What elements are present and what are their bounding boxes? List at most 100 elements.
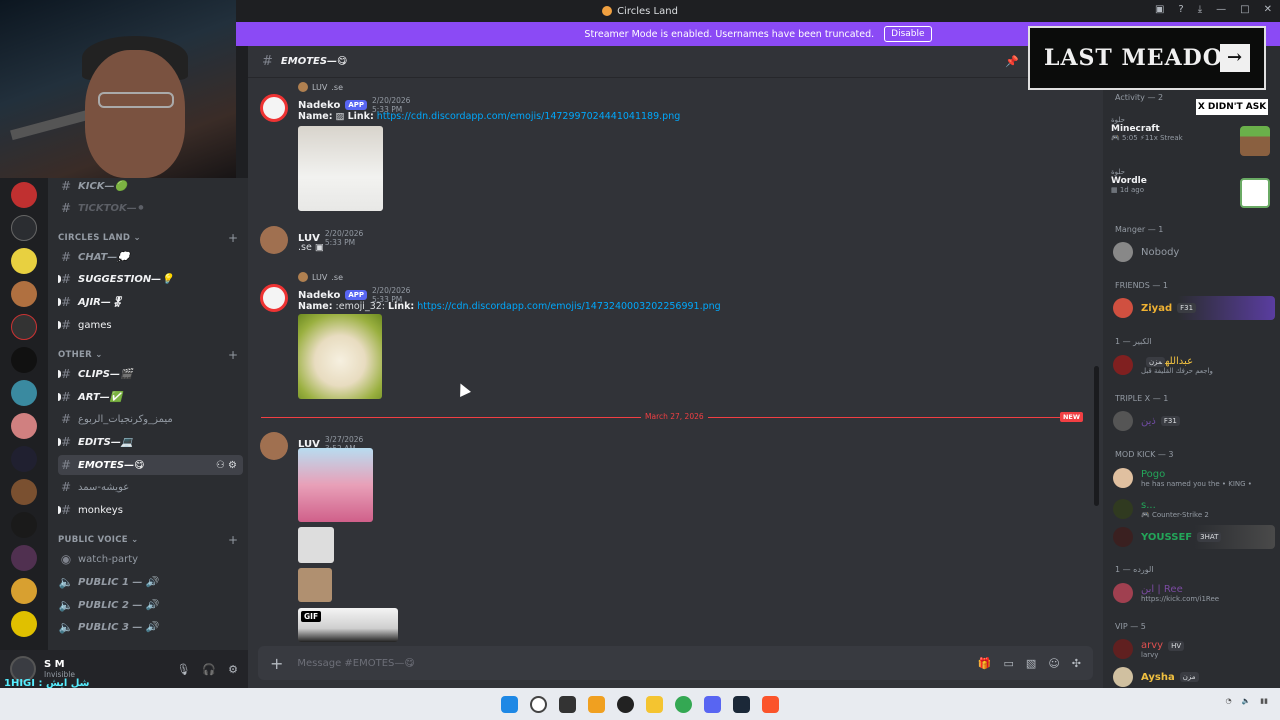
voice-public-3[interactable]: 🔈 PUBLIC 3 — 🔊 (58, 617, 243, 637)
server-icon[interactable] (11, 545, 37, 571)
server-icon[interactable] (11, 314, 37, 340)
category-public-voice[interactable]: PUBLIC VOICE ⌄ + (58, 533, 238, 547)
server-icon[interactable] (11, 479, 37, 505)
minimize-button[interactable]: — (1216, 4, 1226, 15)
emoji-image[interactable] (298, 527, 334, 563)
inbox-icon[interactable]: ▣ (1155, 4, 1164, 15)
member-triple[interactable]: ذين F31 (1113, 409, 1275, 433)
member-abdullah[interactable]: عبداللهمزن واجعم حرفك القليفة قبل (1113, 353, 1275, 377)
network-icon[interactable]: ◔ (1225, 697, 1231, 705)
server-icon[interactable] (11, 248, 37, 274)
folder-icon[interactable] (646, 695, 663, 713)
channel-ticktok[interactable]: # TICKTOK—⚫ (58, 198, 243, 218)
microphone-icon[interactable]: 🎙 (176, 663, 190, 676)
server-icon[interactable] (11, 215, 37, 241)
close-button[interactable]: ✕ (1264, 4, 1272, 15)
apps-icon[interactable]: ✣ (1072, 657, 1081, 670)
server-icon[interactable] (11, 611, 37, 637)
channel-ajir[interactable]: # AJIR—🎖 (58, 292, 243, 312)
reply-preview[interactable]: LUV .se (298, 82, 343, 92)
channel-watch-party[interactable]: ◉ watch-party (58, 549, 243, 569)
avatar[interactable] (260, 226, 288, 254)
gift-icon[interactable]: 🎁 (978, 657, 992, 670)
server-icon[interactable] (11, 182, 37, 208)
chrome-icon[interactable] (675, 695, 692, 713)
member-ree[interactable]: ابن | Ree https://kick.com/i1Ree (1113, 581, 1275, 605)
activity-card-wordle[interactable]: حلوة Wordle ▦ 1d ago (1111, 168, 1274, 216)
avatar[interactable] (260, 284, 288, 312)
server-icon[interactable] (11, 380, 37, 406)
channel-edits[interactable]: # EDITS—💻 (58, 432, 243, 452)
server-icon[interactable] (11, 446, 37, 472)
server-icon[interactable] (11, 347, 37, 373)
download-icon[interactable]: ⤓ (1198, 4, 1202, 15)
gear-icon[interactable]: ⚙ (228, 663, 238, 676)
maximize-button[interactable]: □ (1240, 4, 1249, 15)
server-icon[interactable] (11, 578, 37, 604)
member-pogo[interactable]: Pogo he has named you the • KING • (1113, 466, 1275, 490)
obs-icon[interactable] (617, 695, 634, 713)
channel-memes[interactable]: # ميمز_وكرنجيات_الربوع (58, 409, 243, 429)
server-icon[interactable] (11, 281, 37, 307)
discord-icon[interactable] (704, 695, 721, 713)
volume-icon[interactable]: 🔈 (1242, 697, 1251, 705)
channel-games[interactable]: # games (58, 315, 243, 335)
channel-aysha[interactable]: # عويشه-سمد (58, 477, 243, 497)
author-name[interactable]: Nadeko (298, 100, 340, 111)
member-ziyad[interactable]: Ziyad F31 (1113, 296, 1275, 320)
emoji-image[interactable] (298, 568, 332, 602)
settings-icon[interactable]: ⚙ (228, 460, 237, 471)
channel-suggestion[interactable]: # SUGGESTION—💡 (58, 269, 243, 289)
sticker-icon[interactable]: ▧ (1026, 657, 1036, 670)
emoji-image[interactable] (298, 314, 382, 399)
server-icon[interactable] (11, 512, 37, 538)
add-channel-icon[interactable]: + (228, 348, 238, 362)
add-attachment-icon[interactable]: + (270, 654, 283, 673)
emoji-link[interactable]: https://cdn.discordapp.com/emojis/147324… (417, 301, 720, 312)
member-aysha[interactable]: Aysha مزن (1113, 665, 1275, 689)
emoji-picker-icon[interactable]: ☺ (1048, 657, 1059, 670)
avatar[interactable] (260, 432, 288, 460)
member-youssef[interactable]: YOUSSEF 3HAT (1113, 525, 1275, 549)
invite-icon[interactable]: ⚇ (216, 460, 225, 471)
pin-icon[interactable]: 📌 (1005, 55, 1019, 68)
channel-art[interactable]: # ART—✅ (58, 387, 243, 407)
channel-emotes[interactable]: # EMOTES—😋 ⚇ ⚙ (58, 455, 243, 475)
emoji-link[interactable]: https://cdn.discordapp.com/emojis/147299… (377, 111, 680, 122)
add-channel-icon[interactable]: + (228, 231, 238, 245)
help-icon[interactable]: ? (1178, 4, 1183, 15)
reply-preview[interactable]: LUV .se (298, 272, 343, 282)
gif-image[interactable]: GIF (298, 608, 398, 642)
scrollbar[interactable] (1094, 366, 1099, 506)
add-channel-icon[interactable]: + (228, 533, 238, 547)
sticker-image[interactable] (298, 448, 373, 522)
category-circles-land[interactable]: CIRCLES LAND ⌄ + (58, 231, 238, 245)
member-arvy[interactable]: arvy HV larvy (1113, 637, 1275, 661)
emoji-image[interactable] (298, 126, 383, 211)
member-s[interactable]: s... 🎮 Counter-Strike 2 (1113, 497, 1275, 521)
start-icon[interactable] (501, 695, 518, 713)
channel-kick[interactable]: # KICK—🟢 (58, 176, 243, 196)
clock[interactable]: ▮▮ (1260, 697, 1268, 705)
channel-clips[interactable]: # CLIPS—🎬 (58, 364, 243, 384)
brave-icon[interactable] (762, 695, 779, 713)
gif-icon[interactable]: ▭ (1004, 657, 1014, 670)
headphones-icon[interactable]: 🎧 (202, 663, 216, 676)
category-other[interactable]: OTHER ⌄ + (58, 348, 238, 362)
message-composer[interactable]: + Message #EMOTES—😋 🎁 ▭ ▧ ☺ ✣ (258, 646, 1093, 680)
activity-card-minecraft[interactable]: حلوة Minecraft 🎮 5:05 ⚡11x Streak (1111, 116, 1274, 164)
message-input[interactable]: Message #EMOTES—😋 (297, 658, 414, 669)
avatar[interactable] (260, 94, 288, 122)
voice-public-2[interactable]: 🔈 PUBLIC 2 — 🔊 (58, 595, 243, 615)
voice-public-1[interactable]: 🔈 PUBLIC 1 — 🔊 (58, 572, 243, 592)
steam-icon[interactable] (733, 695, 750, 713)
search-icon[interactable] (530, 695, 547, 713)
store-icon[interactable] (588, 695, 605, 713)
member-nobody[interactable]: Nobody (1113, 240, 1275, 264)
server-icon[interactable] (11, 413, 37, 439)
channel-monkeys[interactable]: # monkeys (58, 500, 243, 520)
channel-chat[interactable]: # CHAT—💭 (58, 247, 243, 267)
disable-streamer-button[interactable]: Disable (884, 26, 932, 42)
author-name[interactable]: Nadeko (298, 290, 340, 301)
task-view-icon[interactable] (559, 695, 576, 713)
